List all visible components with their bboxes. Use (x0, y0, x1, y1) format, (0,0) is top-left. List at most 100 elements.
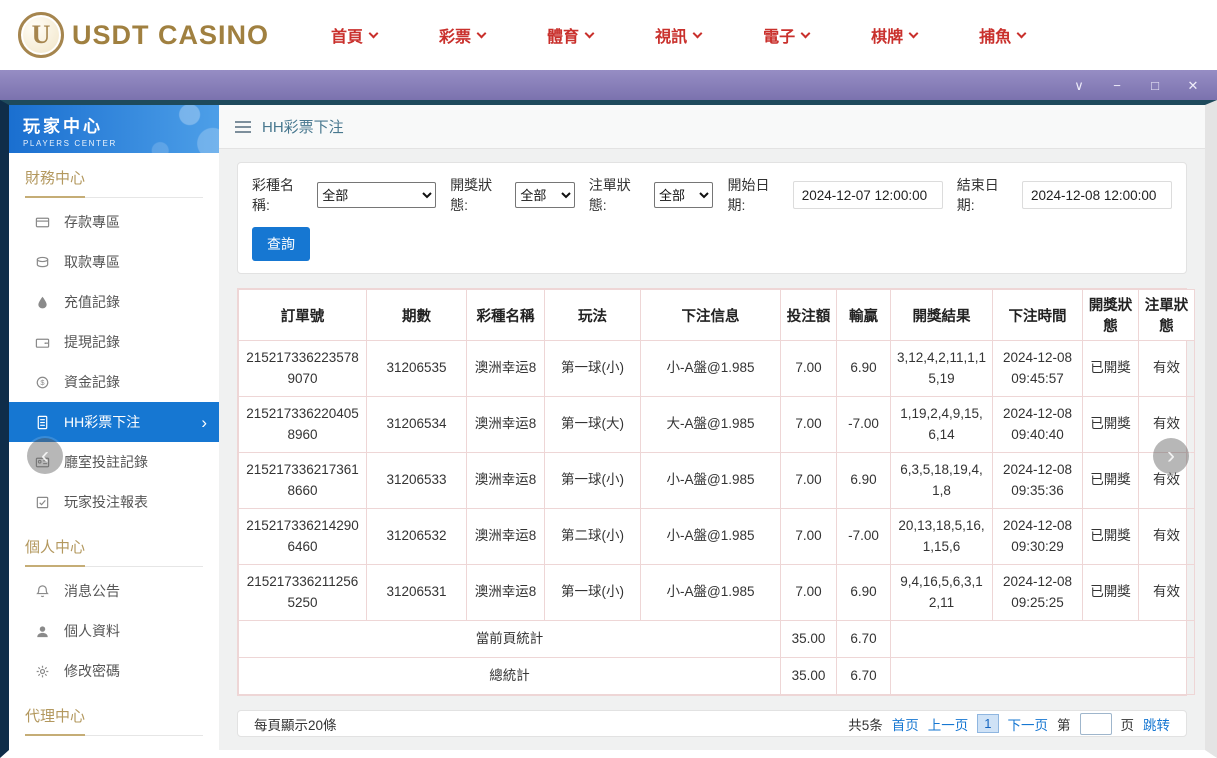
end-date-input[interactable] (1022, 181, 1172, 209)
next-page-link[interactable]: 下一页 (1008, 714, 1049, 734)
summary-win-loss-total: 6.70 (837, 658, 891, 695)
nav-item-label: 捕魚 (979, 23, 1011, 47)
nav-item-cards[interactable]: 棋牌 (871, 23, 917, 47)
sidebar-item-deposit[interactable]: 存款專區 (9, 202, 219, 242)
sidebar-item-label: 充值記錄 (64, 292, 120, 312)
column-header: 下注時間 (993, 290, 1083, 341)
sidebar-item-label: 提現記錄 (64, 332, 120, 352)
table-footer: 每頁顯示20條 共5条 首页 上一页 1 下一页 第 页 跳转 (237, 710, 1187, 737)
table-cell: 澳洲幸运8 (467, 565, 545, 621)
app-window: U USDT CASINO 首頁 彩票 體育 視訊 電子 棋牌 捕魚 ∨ − □ ✕ 玩家中… (0, 0, 1217, 758)
sidebar-item-label: 廳室投註記錄 (64, 452, 148, 472)
order-status-select[interactable]: 全部 (654, 182, 713, 208)
sidebar-item-withdrawal-records[interactable]: 提現記錄 (9, 322, 219, 362)
jump-label-pre: 第 (1057, 714, 1071, 734)
sidebar-item-profile[interactable]: 個人資料 (9, 611, 219, 651)
sidebar-item-recharge-records[interactable]: 充值記錄 (9, 282, 219, 322)
sidebar-item-fund-records[interactable]: $資金記錄 (9, 362, 219, 402)
table-cell: 31206532 (367, 509, 467, 565)
top-header: U USDT CASINO 首頁 彩票 體育 視訊 電子 棋牌 捕魚 (0, 0, 1217, 70)
table-cell: 澳洲幸运8 (467, 397, 545, 453)
nav-item-label: 電子 (763, 23, 795, 47)
sidebar-item-label: 取款專區 (64, 252, 120, 272)
nav-item-sports[interactable]: 體育 (547, 23, 593, 47)
nav-item-label: 視訊 (655, 23, 687, 47)
carousel-next-button[interactable]: › (1153, 438, 1189, 474)
table-cell: 2152173362112565250 (239, 565, 367, 621)
start-date-input[interactable] (793, 181, 943, 209)
sidebar-section-title: 個人中心 (25, 536, 203, 567)
table-cell: 澳洲幸运8 (467, 453, 545, 509)
table-cell: 小-A盤@1.985 (641, 509, 781, 565)
table-cell: 大-A盤@1.985 (641, 397, 781, 453)
first-page-link[interactable]: 首页 (892, 714, 919, 734)
sidebar-item-player-bet-report[interactable]: 玩家投注報表 (9, 482, 219, 522)
sidebar-item-withdraw[interactable]: 取款專區 (9, 242, 219, 282)
wallet-icon (35, 334, 51, 350)
nav-item-fishing[interactable]: 捕魚 (979, 23, 1025, 47)
draw-status-select[interactable]: 全部 (515, 182, 574, 208)
table-cell: 小-A盤@1.985 (641, 341, 781, 397)
nav-item-home[interactable]: 首頁 (331, 23, 377, 47)
column-header: 輸贏 (837, 290, 891, 341)
summary-win-loss-total: 6.70 (837, 621, 891, 658)
table-cell: 有效 (1139, 565, 1195, 621)
sidebar-item-hh-lottery-bets[interactable]: HH彩票下注› (9, 402, 219, 442)
doc-icon (35, 414, 51, 430)
brand-logo[interactable]: U USDT CASINO (18, 12, 269, 58)
sidebar-item-change-password[interactable]: 修改密碼 (9, 651, 219, 691)
window-restore-icon[interactable]: ∨ (1071, 79, 1087, 92)
column-header: 開獎結果 (891, 290, 993, 341)
menu-toggle-icon[interactable] (235, 126, 251, 128)
search-button[interactable]: 查詢 (252, 227, 310, 261)
table-cell: 31206535 (367, 341, 467, 397)
table-cell: 2024-12-08 09:35:36 (993, 453, 1083, 509)
filter-row: 彩種名稱: 全部 開獎狀態: 全部 注單狀態: 全部 開始日期: (252, 175, 1172, 215)
total-count-label: 共5条 (848, 714, 883, 734)
table-cell: 已開獎 (1083, 565, 1139, 621)
chevron-down-icon (369, 28, 379, 38)
table-cell: 澳洲幸运8 (467, 509, 545, 565)
table-cell: 第一球(小) (545, 341, 641, 397)
end-date-label: 結束日期: (957, 175, 1016, 215)
table-cell: -7.00 (837, 397, 891, 453)
sidebar-item-label: 存款專區 (64, 212, 120, 232)
table-cell: 31206533 (367, 453, 467, 509)
nav-item-video[interactable]: 視訊 (655, 23, 701, 47)
column-header: 期數 (367, 290, 467, 341)
table-cell: -7.00 (837, 509, 891, 565)
table-cell: 7.00 (781, 397, 837, 453)
sidebar-title: 玩家中心 (23, 112, 205, 137)
lottery-select[interactable]: 全部 (317, 182, 436, 208)
bell-icon (35, 583, 51, 599)
table-cell: 9,4,16,5,6,3,12,11 (891, 565, 993, 621)
jump-label-post: 页 (1121, 714, 1135, 734)
jump-button[interactable]: 跳转 (1143, 714, 1170, 734)
table-cell: 2152173362142906460 (239, 509, 367, 565)
table-cell: 7.00 (781, 341, 837, 397)
coins-icon (35, 254, 51, 270)
window-close-icon[interactable]: ✕ (1185, 79, 1201, 92)
nav-item-lottery[interactable]: 彩票 (439, 23, 485, 47)
coin-icon: $ (35, 374, 51, 390)
nav-item-electronic[interactable]: 電子 (763, 23, 809, 47)
person-icon (35, 623, 51, 639)
summary-empty-cell (891, 658, 1195, 695)
page-jump-input[interactable] (1080, 713, 1112, 735)
table-cell: 2024-12-08 09:45:57 (993, 341, 1083, 397)
sidebar-item-announcements[interactable]: 消息公告 (9, 571, 219, 611)
table-row: 215217336223578907031206535澳洲幸运8第一球(小)小-… (239, 341, 1195, 397)
table-cell: 有效 (1139, 509, 1195, 565)
table-cell: 31206534 (367, 397, 467, 453)
prev-page-link[interactable]: 上一页 (928, 714, 969, 734)
window-minimize-icon[interactable]: − (1109, 79, 1125, 92)
window-maximize-icon[interactable]: □ (1147, 79, 1163, 92)
nav-item-label: 體育 (547, 23, 579, 47)
table-cell: 2152173362204058960 (239, 397, 367, 453)
table-cell: 3,12,4,2,11,1,15,19 (891, 341, 993, 397)
table-cell: 1,19,2,4,9,15,6,14 (891, 397, 993, 453)
card-icon (35, 214, 51, 230)
current-page-indicator[interactable]: 1 (977, 714, 998, 733)
filter-panel: 彩種名稱: 全部 開獎狀態: 全部 注單狀態: 全部 開始日期: (237, 162, 1187, 274)
carousel-prev-button[interactable]: ‹ (27, 438, 63, 474)
